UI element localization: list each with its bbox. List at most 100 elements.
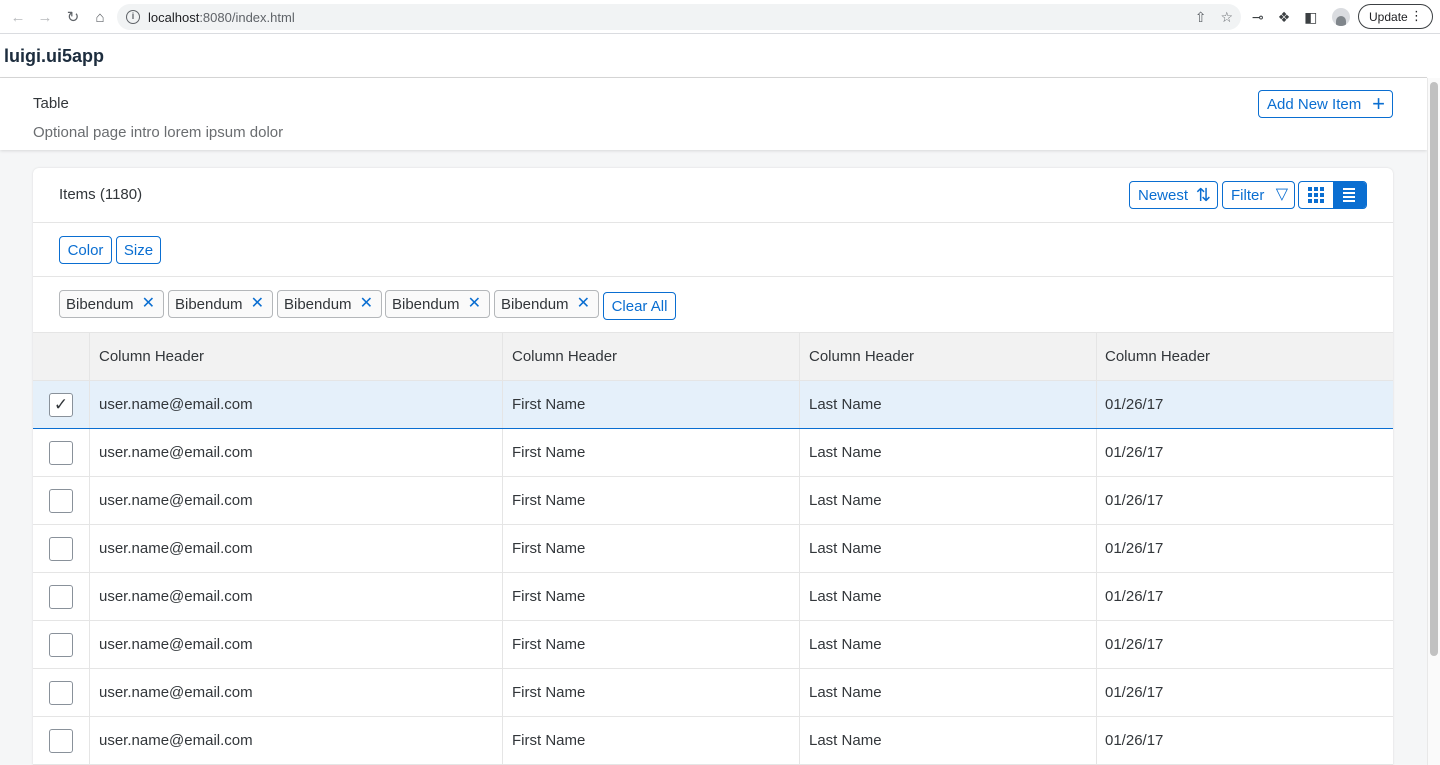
puzzle-extensions-icon[interactable]: ❖ xyxy=(1278,9,1291,26)
table-row[interactable]: user.name@email.com First Name Last Name 01… xyxy=(33,429,1393,477)
share-icon[interactable]: ⇧ xyxy=(1195,9,1207,26)
address-bar[interactable]: i localhost:8080/index.html ⇧ ☆ xyxy=(117,4,1241,30)
first-name-cell: First Name xyxy=(503,621,800,668)
row-select-cell xyxy=(33,525,90,572)
add-new-item-label: Add New Item xyxy=(1267,95,1362,113)
row-checkbox[interactable] xyxy=(49,728,73,753)
list-view-button[interactable] xyxy=(1332,182,1366,208)
date-cell: 01/26/17 xyxy=(1105,444,1164,461)
size-filter-button[interactable]: Size xyxy=(116,236,161,264)
first-name-cell: First Name xyxy=(503,477,800,524)
row-checkbox[interactable] xyxy=(49,680,73,705)
last-name-cell: Last Name xyxy=(800,429,1097,476)
filter-token: Bibendum ✕ xyxy=(494,290,599,318)
row-select-cell xyxy=(33,429,90,476)
app-header: luigi.ui5app xyxy=(0,35,1427,78)
bookmark-star-icon[interactable]: ☆ xyxy=(1220,9,1233,26)
table-header-row: Column Header Column Header Column Heade… xyxy=(33,333,1393,381)
filter-bar: Color Size xyxy=(33,223,1393,277)
extension-key-icon[interactable]: ⊸ xyxy=(1252,9,1264,26)
table-row[interactable]: user.name@email.com First Name Last Name 01… xyxy=(33,717,1393,765)
first-name-cell: First Name xyxy=(503,669,800,716)
forward-arrow-icon[interactable]: → xyxy=(32,4,58,30)
filter-token-label: Bibendum xyxy=(284,295,352,313)
date-cell: 01/26/17 xyxy=(1105,588,1164,605)
date-cell: 01/26/17 xyxy=(1105,492,1164,509)
grid-icon xyxy=(1307,187,1324,203)
last-name-cell: Last Name xyxy=(800,573,1097,620)
url-host: localhost xyxy=(148,9,200,25)
table-row[interactable]: user.name@email.com First Name Last Name 01… xyxy=(33,477,1393,525)
sort-button[interactable]: Newest ⇅ xyxy=(1129,181,1218,209)
last-name-cell: Last Name xyxy=(800,381,1097,428)
row-checkbox[interactable] xyxy=(49,440,73,465)
filter-token-label: Bibendum xyxy=(501,295,569,313)
remove-token-icon[interactable]: ✕ xyxy=(360,294,373,314)
sort-label: Newest xyxy=(1138,186,1189,204)
remove-token-icon[interactable]: ✕ xyxy=(468,294,481,314)
page-subtitle: Optional page intro lorem ipsum dolor xyxy=(33,124,284,141)
filter-token: Bibendum ✕ xyxy=(385,290,490,318)
remove-token-icon[interactable]: ✕ xyxy=(142,294,155,314)
table-row[interactable]: user.name@email.com First Name Last Name 01… xyxy=(33,525,1393,573)
browser-toolbar: ← → ↻ ⌂ i localhost:8080/index.html ⇧ ☆ … xyxy=(0,0,1440,34)
column-header[interactable]: Column Header xyxy=(503,333,800,380)
checkmark-icon: ✓ xyxy=(53,394,69,414)
first-name-cell: First Name xyxy=(503,429,800,476)
page-scrollbar-thumb[interactable] xyxy=(1430,82,1438,656)
filter-token-label: Bibendum xyxy=(392,295,460,313)
home-icon[interactable]: ⌂ xyxy=(87,4,113,30)
table-body: ✓ user.name@email.com First Name Last Name 0… xyxy=(33,381,1393,765)
email-cell: user.name@email.com xyxy=(90,381,503,428)
filter-button[interactable]: Filter ▽ xyxy=(1222,181,1295,209)
filter-token-label: Bibendum xyxy=(66,295,134,313)
back-arrow-icon[interactable]: ← xyxy=(5,4,31,30)
row-select-cell xyxy=(33,573,90,620)
email-cell: user.name@email.com xyxy=(90,669,503,716)
row-checkbox[interactable] xyxy=(49,536,73,561)
items-card: Items (1180) Newest ⇅ Filter ▽ Color Siz… xyxy=(33,168,1393,765)
side-panel-icon[interactable]: ◧ xyxy=(1304,9,1317,26)
update-button[interactable]: Update ⋮ xyxy=(1358,4,1433,29)
reload-icon[interactable]: ↻ xyxy=(60,4,86,30)
row-checkbox[interactable] xyxy=(49,584,73,609)
column-header[interactable]: Column Header xyxy=(90,333,503,380)
row-checkbox[interactable] xyxy=(49,632,73,657)
table-row[interactable]: user.name@email.com First Name Last Name 01… xyxy=(33,669,1393,717)
row-select-cell xyxy=(33,717,90,764)
add-new-item-button[interactable]: Add New Item + xyxy=(1258,90,1393,118)
grid-view-button[interactable] xyxy=(1299,182,1333,208)
clear-all-button[interactable]: Clear All xyxy=(603,292,676,320)
remove-token-icon[interactable]: ✕ xyxy=(251,294,264,314)
table-row[interactable]: user.name@email.com First Name Last Name 01… xyxy=(33,621,1393,669)
list-icon xyxy=(1343,188,1356,202)
site-info-icon[interactable]: i xyxy=(126,10,140,24)
sort-arrows-icon: ⇅ xyxy=(1195,185,1211,205)
row-select-cell xyxy=(33,621,90,668)
column-header[interactable]: Column Header xyxy=(1096,333,1393,380)
first-name-cell: First Name xyxy=(503,717,800,764)
page-intro: Table Optional page intro lorem ipsum do… xyxy=(0,78,1427,150)
date-cell: 01/26/17 xyxy=(1105,684,1164,701)
row-select-cell xyxy=(33,477,90,524)
page-title: Table xyxy=(33,95,69,112)
date-cell: 01/26/17 xyxy=(1105,540,1164,557)
funnel-icon: ▽ xyxy=(1275,186,1288,203)
column-header[interactable]: Column Header xyxy=(800,333,1097,380)
color-filter-button[interactable]: Color xyxy=(59,236,112,264)
menu-dots-icon: ⋮ xyxy=(1410,8,1423,23)
table-row[interactable]: ✓ user.name@email.com First Name Last Name 0… xyxy=(33,381,1393,429)
filter-token-label: Bibendum xyxy=(175,295,243,313)
row-checkbox[interactable]: ✓ xyxy=(49,392,73,417)
first-name-cell: First Name xyxy=(503,525,800,572)
profile-avatar-icon[interactable] xyxy=(1331,8,1350,26)
items-count-title: Items (1180) xyxy=(59,186,143,203)
table-row[interactable]: user.name@email.com First Name Last Name 01… xyxy=(33,573,1393,621)
url-path: :8080/index.html xyxy=(199,9,295,25)
first-name-cell: First Name xyxy=(503,573,800,620)
remove-token-icon[interactable]: ✕ xyxy=(577,294,590,314)
filter-label: Filter xyxy=(1231,186,1265,204)
update-label: Update xyxy=(1369,9,1408,24)
view-toggle xyxy=(1298,181,1367,209)
row-checkbox[interactable] xyxy=(49,488,73,513)
